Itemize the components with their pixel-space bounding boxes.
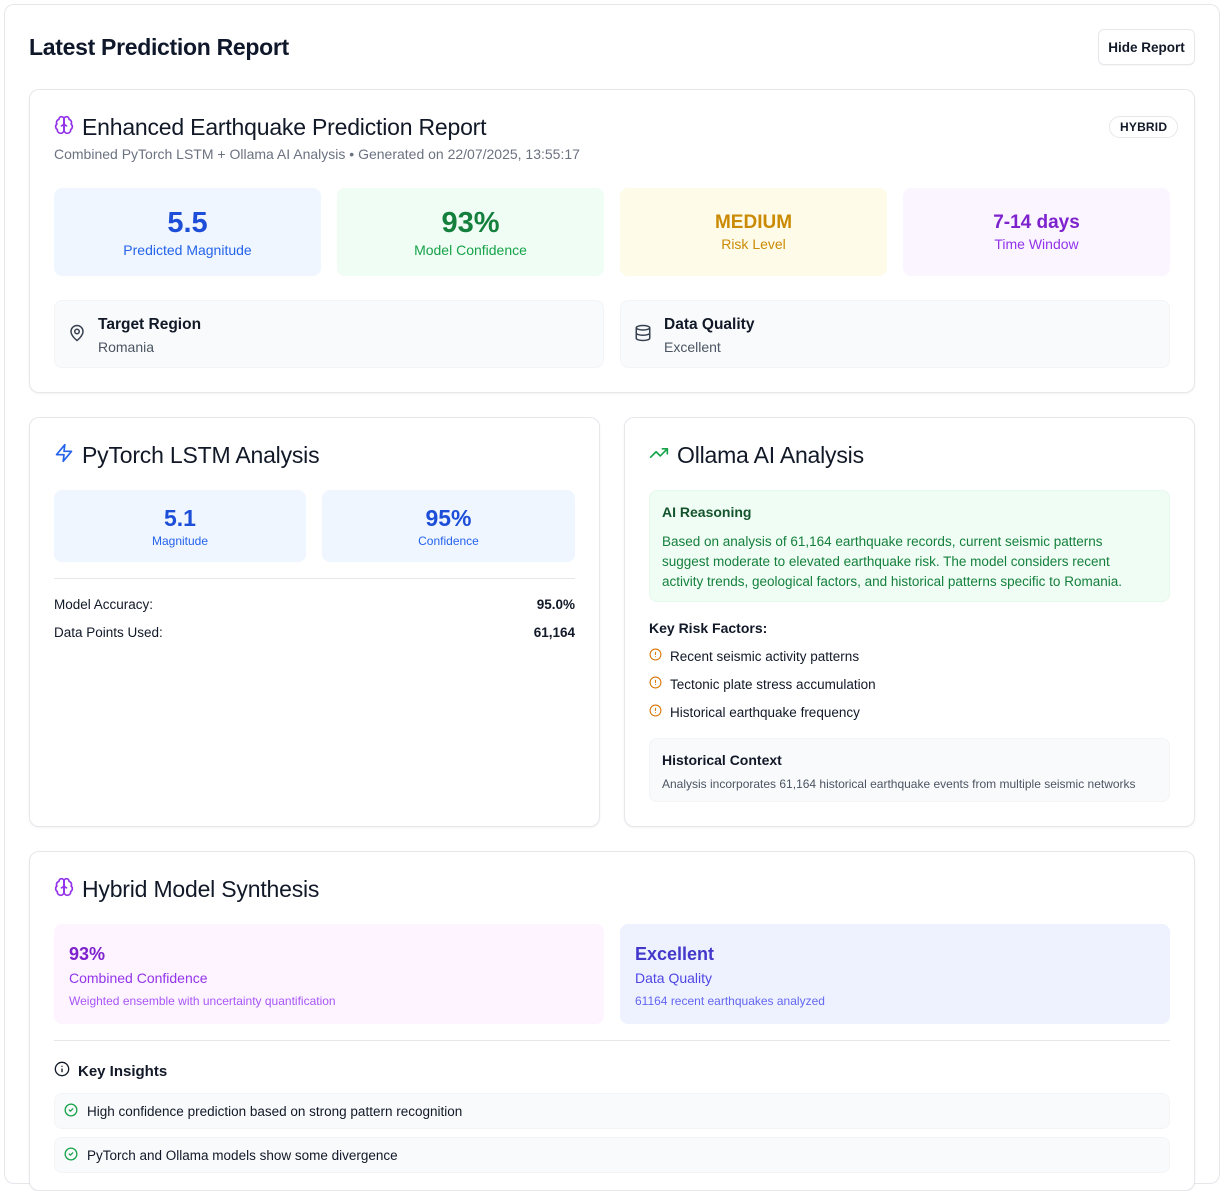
database-icon bbox=[634, 324, 652, 347]
model-type-badge: HYBRID bbox=[1109, 116, 1179, 138]
predicted-magnitude-stat: 5.5 Predicted Magnitude bbox=[54, 188, 321, 276]
insight-item: PyTorch and Ollama models show some dive… bbox=[54, 1137, 1170, 1173]
risk-factor-item: Historical earthquake frequency bbox=[649, 704, 860, 720]
info-icon bbox=[54, 1061, 70, 1081]
prediction-report-card: Enhanced Earthquake Prediction Report Co… bbox=[29, 89, 1195, 393]
row-key: Model Accuracy: bbox=[54, 597, 154, 612]
lstm-analysis-card: PyTorch LSTM Analysis 5.1 Magnitude 95% … bbox=[29, 417, 600, 827]
brain-icon bbox=[54, 876, 74, 903]
synthesis-data-quality-label: Data Quality bbox=[635, 970, 713, 986]
stat-label: Magnitude bbox=[151, 533, 209, 548]
synthesis-data-quality-value: Excellent bbox=[635, 944, 715, 964]
insight-text: High confidence prediction based on stro… bbox=[87, 1103, 463, 1119]
data-quality-title: Data Quality bbox=[664, 316, 755, 333]
historical-context-title: Historical Context bbox=[662, 752, 782, 768]
stat-label: Model Confidence bbox=[414, 241, 527, 258]
check-circle-icon bbox=[64, 1147, 78, 1164]
stat-value: 7-14 days bbox=[993, 212, 1080, 233]
check-circle-icon bbox=[64, 1103, 78, 1120]
divider bbox=[54, 1040, 1170, 1041]
risk-factor-item: Recent seismic activity patterns bbox=[649, 648, 859, 664]
lstm-title-text: PyTorch LSTM Analysis bbox=[82, 442, 320, 468]
stat-label: Confidence bbox=[418, 533, 479, 548]
target-region-title: Target Region bbox=[98, 316, 202, 333]
insight-item: High confidence prediction based on stro… bbox=[54, 1093, 1170, 1129]
synthesis-title: Hybrid Model Synthesis bbox=[54, 876, 319, 903]
stat-value: MEDIUM bbox=[714, 212, 793, 233]
data-quality-box: Data Quality Excellent bbox=[620, 300, 1170, 368]
combined-confidence-note: Weighted ensemble with uncertainty quant… bbox=[69, 994, 336, 1008]
alert-circle-icon bbox=[649, 648, 662, 664]
combined-confidence-value: 93% bbox=[69, 944, 106, 964]
model-accuracy-row: Model Accuracy: 95.0% bbox=[54, 597, 575, 612]
key-insights-title: Key Insights bbox=[54, 1061, 167, 1081]
report-subtitle: Combined PyTorch LSTM + Ollama AI Analys… bbox=[54, 146, 580, 162]
report-title: Enhanced Earthquake Prediction Report bbox=[54, 114, 487, 141]
model-confidence-stat: 93% Model Confidence bbox=[337, 188, 604, 276]
trending-up-icon bbox=[649, 442, 669, 469]
map-pin-icon bbox=[68, 324, 86, 347]
lightning-icon bbox=[54, 442, 74, 469]
historical-context-text: Analysis incorporates 61,164 historical … bbox=[662, 777, 1136, 791]
risk-factor-text: Tectonic plate stress accumulation bbox=[670, 676, 876, 692]
data-quality-value: Excellent bbox=[664, 339, 721, 355]
combined-confidence-label: Combined Confidence bbox=[69, 970, 208, 986]
hybrid-synthesis-card: Hybrid Model Synthesis 93% Combined Conf… bbox=[29, 851, 1195, 1191]
row-value: 95.0% bbox=[536, 597, 575, 612]
stat-value: 5.1 bbox=[164, 504, 196, 531]
ai-reasoning-text: Based on analysis of 61,164 earthquake r… bbox=[662, 534, 1122, 589]
divider bbox=[54, 578, 575, 579]
ollama-title: Ollama AI Analysis bbox=[649, 442, 864, 469]
combined-confidence-box: 93% Combined Confidence Weighted ensembl… bbox=[54, 924, 604, 1024]
stat-label: Risk Level bbox=[721, 236, 786, 252]
insight-text: PyTorch and Ollama models show some dive… bbox=[87, 1147, 398, 1163]
key-insights-title-text: Key Insights bbox=[78, 1062, 168, 1080]
synthesis-data-quality-box: Excellent Data Quality 61164 recent eart… bbox=[620, 924, 1170, 1024]
target-region-value: Romania bbox=[98, 339, 155, 355]
lstm-magnitude-stat: 5.1 Magnitude bbox=[54, 490, 306, 562]
lstm-title: PyTorch LSTM Analysis bbox=[54, 442, 320, 469]
stat-label: Predicted Magnitude bbox=[123, 241, 252, 258]
lstm-confidence-stat: 95% Confidence bbox=[322, 490, 575, 562]
stat-value: 93% bbox=[441, 206, 500, 239]
row-value: 61,164 bbox=[533, 625, 575, 640]
ollama-title-text: Ollama AI Analysis bbox=[677, 442, 864, 468]
risk-factor-text: Recent seismic activity patterns bbox=[670, 648, 860, 664]
risk-factor-text: Historical earthquake frequency bbox=[670, 704, 860, 720]
risk-factors-title: Key Risk Factors: bbox=[649, 620, 768, 636]
report-title-text: Enhanced Earthquake Prediction Report bbox=[82, 114, 487, 140]
risk-factor-item: Tectonic plate stress accumulation bbox=[649, 676, 876, 692]
row-key: Data Points Used: bbox=[54, 625, 163, 640]
historical-context-box: Historical Context Analysis incorporates… bbox=[649, 738, 1170, 802]
stat-value: 95% bbox=[425, 504, 472, 531]
alert-circle-icon bbox=[649, 704, 662, 720]
synthesis-title-text: Hybrid Model Synthesis bbox=[82, 876, 320, 902]
brain-icon bbox=[54, 114, 74, 141]
ollama-analysis-card: Ollama AI Analysis AI Reasoning Based on… bbox=[624, 417, 1195, 827]
stat-value: 5.5 bbox=[167, 206, 208, 239]
time-window-stat: 7-14 days Time Window bbox=[903, 188, 1170, 276]
ai-reasoning-box: AI Reasoning Based on analysis of 61,164… bbox=[649, 490, 1170, 602]
ai-reasoning-title: AI Reasoning bbox=[662, 504, 752, 520]
alert-circle-icon bbox=[649, 676, 662, 692]
stat-label: Time Window bbox=[994, 236, 1079, 252]
synthesis-data-quality-note: 61164 recent earthquakes analyzed bbox=[635, 994, 825, 1008]
page-title: Latest Prediction Report bbox=[29, 34, 289, 60]
data-points-row: Data Points Used: 61,164 bbox=[54, 625, 575, 640]
risk-level-stat: MEDIUM Risk Level bbox=[620, 188, 887, 276]
hide-report-button[interactable]: Hide Report bbox=[1098, 29, 1195, 65]
target-region-box: Target Region Romania bbox=[54, 300, 604, 368]
